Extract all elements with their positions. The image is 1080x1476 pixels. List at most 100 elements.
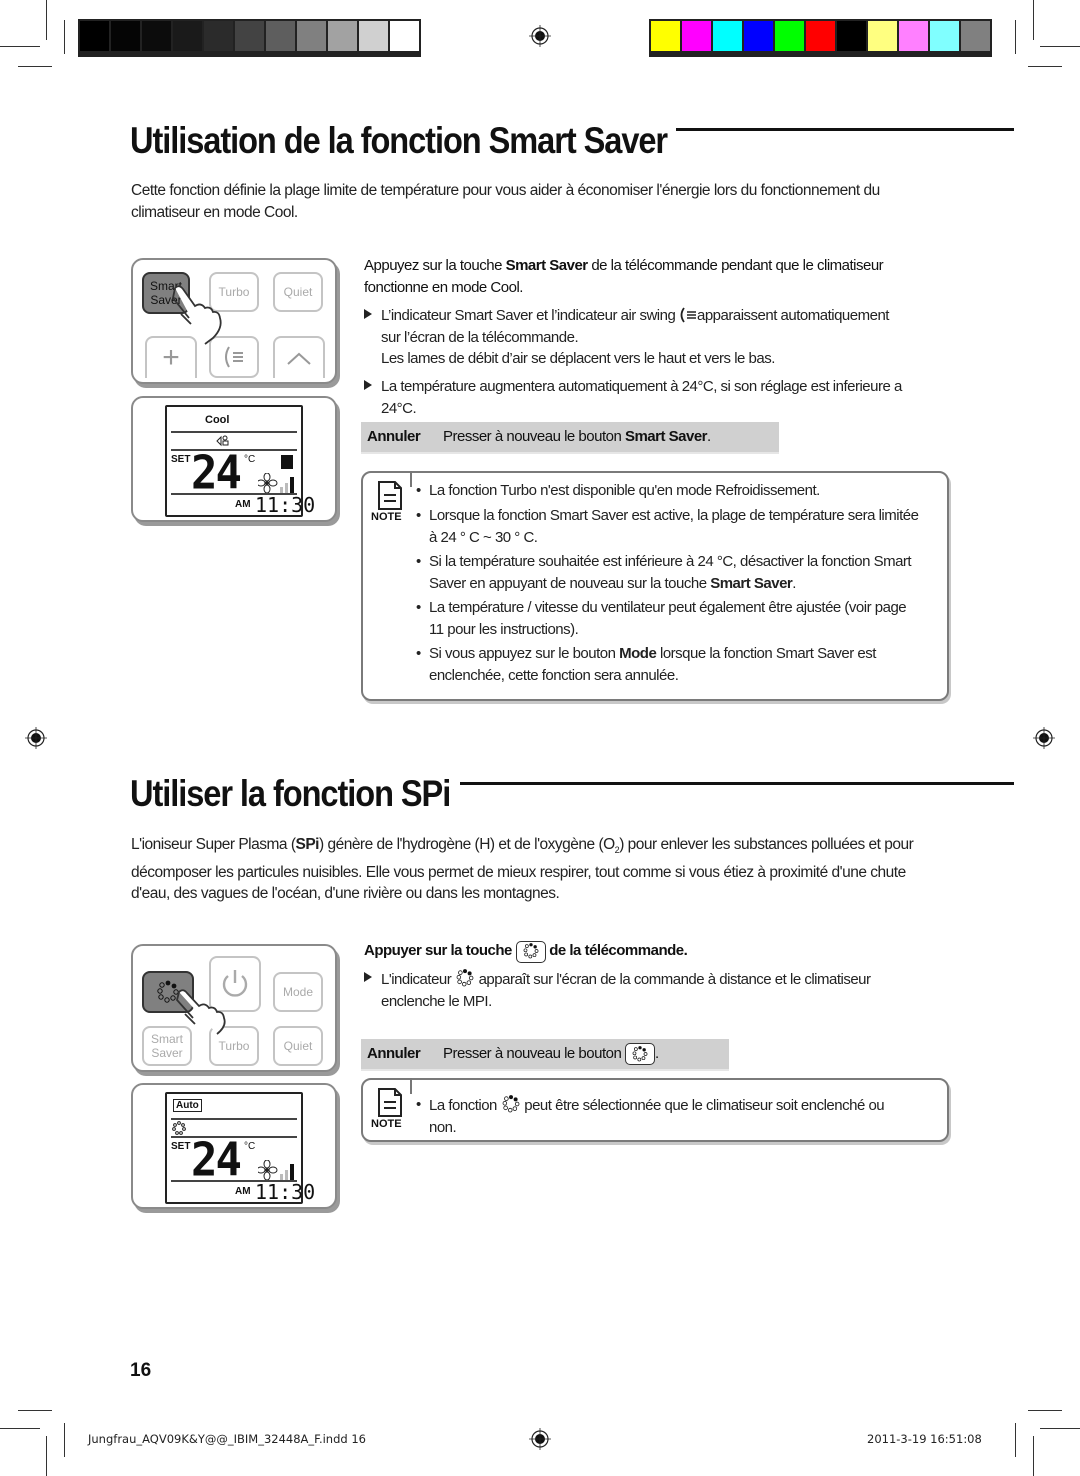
gray-swatch	[173, 21, 202, 51]
crop-mark	[0, 1428, 40, 1429]
crop-mark	[1028, 1410, 1062, 1411]
gray-swatch	[266, 21, 295, 51]
remote-display-panel: Cool SET 24 °C AM 11:30	[131, 396, 337, 522]
lcd-screen: Auto SET 24 °C AM 11:30	[165, 1092, 315, 1204]
clock-time: 11:30	[255, 493, 316, 517]
registration-mark-icon	[529, 1428, 551, 1450]
note-box: NOTE • La fonction peut être sélectionné…	[361, 1078, 949, 1142]
crop-mark	[1015, 20, 1016, 54]
registration-mark-icon	[1033, 727, 1055, 749]
registration-mark-icon	[25, 727, 47, 749]
quiet-button[interactable]: Quiet	[273, 272, 323, 312]
bullet-triangle-icon	[364, 309, 372, 319]
set-label: SET	[171, 454, 191, 465]
crop-mark	[1028, 66, 1062, 67]
crop-mark	[1015, 1423, 1016, 1457]
note-item: • Lorsque la fonction Smart Saver est act…	[416, 507, 919, 546]
intro-paragraph: L'ioniseur Super Plasma (SPi) génère de …	[131, 836, 914, 903]
plus-icon: +	[162, 341, 180, 374]
pointing-hand-icon	[176, 989, 226, 1035]
bullet-triangle-icon	[364, 972, 372, 982]
air-swing-icon	[225, 346, 243, 368]
color-swatch	[899, 21, 928, 51]
crop-mark	[18, 66, 52, 67]
note-label: NOTE	[371, 1118, 402, 1130]
air-swing-indicator-icon	[281, 455, 293, 469]
note-box: NOTE • La fonction Turbo n'est disponible…	[361, 471, 949, 701]
air-swing-icon	[680, 307, 696, 323]
remote-display-panel: Auto SET 24 °C AM 11:30	[131, 1083, 337, 1209]
color-swatch	[651, 21, 680, 51]
section-title-smart-saver: Utilisation de la fonction Smart Saver	[130, 120, 668, 161]
am-label: AM	[235, 499, 251, 510]
crop-mark	[18, 1410, 52, 1411]
gray-swatch	[390, 21, 419, 51]
gray-swatch	[80, 21, 109, 51]
intro-line: climatiseur en mode Cool.	[131, 203, 298, 221]
note-item: • La température / vitesse du ventilateur…	[416, 599, 907, 638]
color-calibration-bar	[649, 19, 992, 57]
color-swatch	[682, 21, 711, 51]
crop-mark	[0, 46, 40, 47]
color-swatch	[930, 21, 959, 51]
pointing-hand-icon	[172, 285, 222, 345]
remote-button-panel: Smart Saver Turbo Quiet +	[131, 258, 337, 384]
crop-mark	[1033, 0, 1034, 40]
crop-mark	[64, 20, 65, 54]
footer-timestamp: 2011-3-19 16:51:08	[867, 1432, 982, 1446]
spi-button-icon	[515, 941, 546, 963]
cancel-action: Presser à nouveau le bouton .	[443, 1039, 659, 1069]
intro-paragraph: Cette fonction définie la plage limite d…	[131, 180, 880, 223]
temperature-unit: °C	[244, 1141, 256, 1152]
section-title-spi: Utiliser la fonction SPi	[130, 773, 451, 814]
cancel-action: Presser à nouveau le bouton Smart Saver.	[443, 428, 711, 445]
bullet-item: La température augmentera automatiquemen…	[364, 376, 944, 417]
fan-speed-icon	[258, 1160, 294, 1180]
cancel-label: Annuler	[367, 428, 421, 445]
color-swatch	[868, 21, 897, 51]
note-item: • Si la température souhaitée est inférie…	[416, 553, 912, 592]
set-label: SET	[171, 1141, 191, 1152]
mode-button[interactable]: Mode	[273, 972, 323, 1012]
step-heading: Appuyez sur la touche Smart Saver de la …	[364, 257, 884, 296]
mode-indicator: Auto	[173, 1099, 202, 1112]
color-swatch	[806, 21, 835, 51]
crop-mark	[46, 1436, 47, 1476]
crop-mark	[1040, 46, 1080, 47]
crop-mark	[46, 0, 47, 40]
remote-button-panel: Mode Smart Saver Turbo Quiet	[131, 944, 337, 1072]
color-swatch	[713, 21, 742, 51]
cancel-label: Annuler	[367, 1045, 421, 1062]
intro-line: Cette fonction définie la plage limite d…	[131, 182, 880, 199]
temperature-unit: °C	[244, 454, 256, 465]
cancel-row: Annuler Presser à nouveau le bouton Smar…	[361, 422, 779, 454]
spi-indicator-icon	[502, 1095, 519, 1113]
color-swatch	[961, 21, 990, 51]
title-rule	[460, 782, 1014, 785]
gray-swatch	[111, 21, 140, 51]
cancel-row: Annuler Presser à nouveau le bouton .	[361, 1039, 729, 1071]
spi-indicator-icon	[456, 969, 474, 987]
lcd-screen: Cool SET 24 °C AM 11:30	[165, 405, 315, 517]
crop-mark	[1033, 1436, 1034, 1476]
gray-swatch	[328, 21, 357, 51]
temp-up-button[interactable]	[273, 336, 325, 378]
note-label: NOTE	[371, 511, 402, 523]
footer-file-name: Jungfrau_AQV09K&Y@@_IBIM_32448A_F.indd 1…	[88, 1432, 366, 1446]
page-number: 16	[130, 1360, 152, 1381]
am-label: AM	[235, 1186, 251, 1197]
grayscale-calibration-bar	[78, 19, 421, 57]
note-item: • Si vous appuyez sur le bouton Mode lors…	[416, 645, 876, 684]
note-item: • La fonction peut être sélectionnée que…	[416, 1095, 885, 1136]
color-swatch	[744, 21, 773, 51]
fan-speed-icon	[258, 473, 294, 493]
bullet-item: L’indicateur Smart Saver et l’indicateur…	[364, 305, 944, 367]
spi-button-icon	[624, 1043, 655, 1065]
gray-swatch	[359, 21, 388, 51]
color-swatch	[775, 21, 804, 51]
gray-swatch	[204, 21, 233, 51]
mode-indicator: Cool	[205, 414, 230, 426]
quiet-button[interactable]: Quiet	[273, 1026, 323, 1066]
registration-mark-icon	[529, 25, 551, 47]
bullet-item: L'indicateur apparaît sur l'écran de la …	[364, 968, 944, 1010]
